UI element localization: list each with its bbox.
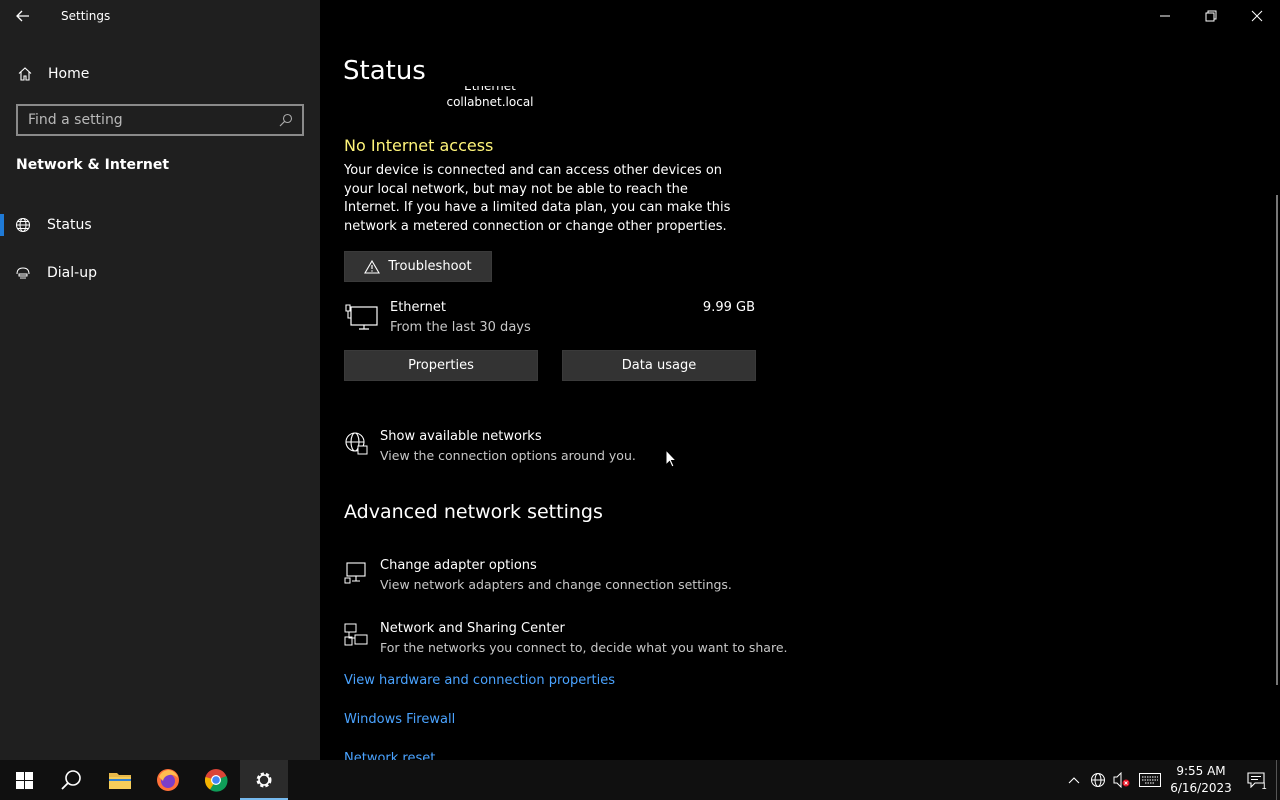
title-bar: Settings: [0, 0, 320, 32]
network-reset-link[interactable]: Network reset: [344, 751, 435, 760]
sharing-center-link[interactable]: Network and Sharing Center: [380, 621, 565, 636]
sharing-center-description: For the networks you connect to, decide …: [380, 640, 788, 655]
mouse-cursor-icon: [665, 449, 678, 468]
network-tray-button[interactable]: [1086, 760, 1110, 800]
restore-icon: [1205, 10, 1217, 22]
network-type-text: Ethernet: [464, 86, 516, 93]
warning-body: Your device is connected and can access …: [344, 163, 731, 234]
properties-button[interactable]: Properties: [344, 350, 538, 381]
chrome-icon: [204, 769, 228, 792]
search-taskbar-button[interactable]: [48, 760, 96, 800]
search-icon[interactable]: [279, 113, 293, 127]
search-icon: [61, 770, 81, 790]
app-title: Settings: [61, 9, 111, 23]
main-content: Status Ethernet collabnet.local No Inter…: [320, 0, 1280, 760]
chrome-button[interactable]: [192, 760, 240, 800]
keyboard-icon: [1139, 773, 1161, 787]
settings-taskbar-button[interactable]: [240, 760, 288, 800]
sidebar-item-label: Status: [47, 217, 92, 233]
back-button[interactable]: [0, 0, 46, 32]
adapter-icon[interactable]: [344, 561, 368, 585]
firefox-button[interactable]: [144, 760, 192, 800]
file-explorer-button[interactable]: [96, 760, 144, 800]
gear-icon: [256, 772, 272, 788]
search-box[interactable]: Find a setting: [16, 104, 304, 136]
keyboard-tray-button[interactable]: [1134, 760, 1166, 800]
windows-firewall-link[interactable]: Windows Firewall: [344, 712, 455, 727]
sidebar-item-dialup[interactable]: Dial-up: [0, 253, 320, 293]
minimize-button[interactable]: [1142, 0, 1188, 32]
clock[interactable]: 9:55 AM 6/16/2023: [1166, 760, 1236, 800]
network-type: Ethernet: [430, 86, 550, 95]
action-center-button[interactable]: 1: [1236, 760, 1276, 800]
properties-label: Properties: [408, 358, 474, 373]
data-usage-button[interactable]: Data usage: [562, 350, 756, 381]
taskbar: 9:55 AM 6/16/2023 1: [0, 760, 1280, 800]
data-usage-label: Data usage: [621, 358, 697, 373]
home-nav-item[interactable]: Home: [0, 56, 320, 92]
start-button[interactable]: [0, 760, 48, 800]
network-domain: collabnet.local: [446, 95, 534, 109]
restore-button[interactable]: [1188, 0, 1234, 32]
volume-muted-icon: [1113, 772, 1130, 788]
chevron-up-icon: [1068, 777, 1080, 784]
windows-logo-icon: [15, 771, 33, 789]
sidebar-item-status[interactable]: Status: [0, 205, 320, 245]
change-adapter-link[interactable]: Change adapter options: [380, 558, 537, 573]
ethernet-period: From the last 30 days: [390, 320, 531, 335]
warning-title: No Internet access: [344, 136, 494, 155]
home-icon: [18, 67, 32, 81]
home-label: Home: [48, 66, 90, 82]
troubleshoot-button[interactable]: Troubleshoot: [344, 251, 492, 282]
globe-icon: [16, 218, 30, 232]
minimize-icon: [1160, 15, 1170, 17]
network-name: Ethernet collabnet.local: [430, 86, 550, 110]
dialup-icon: [16, 267, 30, 279]
firefox-icon: [157, 769, 179, 791]
network-globe-icon: [1091, 773, 1105, 787]
close-button[interactable]: [1234, 0, 1280, 32]
show-desktop-button[interactable]: [1276, 760, 1280, 800]
page-title: Status: [343, 56, 426, 86]
warning-icon: [364, 259, 381, 274]
search-input[interactable]: Find a setting: [28, 112, 279, 128]
globe-network-icon[interactable]: [344, 431, 368, 455]
clock-time: 9:55 AM: [1176, 764, 1226, 778]
ethernet-usage: 9.99 GB: [702, 300, 755, 315]
folder-icon: [109, 773, 131, 789]
sidebar: Settings Home Find a setting Network & I…: [0, 0, 320, 760]
clock-date: 6/16/2023: [1170, 781, 1232, 795]
system-tray: 9:55 AM 6/16/2023 1: [1062, 760, 1280, 800]
show-networks-link[interactable]: Show available networks: [380, 429, 542, 444]
change-adapter-description: View network adapters and change connect…: [380, 577, 732, 592]
section-title: Network & Internet: [16, 157, 170, 173]
sidebar-item-label: Dial-up: [47, 265, 97, 281]
show-hidden-icons-button[interactable]: [1062, 760, 1086, 800]
show-networks-description: View the connection options around you.: [380, 448, 636, 463]
notification-count: 1: [1261, 782, 1267, 792]
ethernet-icon: [345, 304, 378, 330]
window-controls: [1142, 0, 1280, 32]
sharing-center-icon[interactable]: [344, 623, 368, 647]
advanced-settings-heading: Advanced network settings: [344, 501, 603, 523]
hardware-properties-link[interactable]: View hardware and connection properties: [344, 673, 615, 688]
troubleshoot-label: Troubleshoot: [388, 259, 472, 274]
scrollbar[interactable]: [1276, 195, 1278, 685]
back-arrow-icon: [16, 10, 29, 22]
ethernet-name: Ethernet: [390, 300, 446, 315]
volume-tray-button[interactable]: [1110, 760, 1134, 800]
close-icon: [1251, 10, 1263, 22]
